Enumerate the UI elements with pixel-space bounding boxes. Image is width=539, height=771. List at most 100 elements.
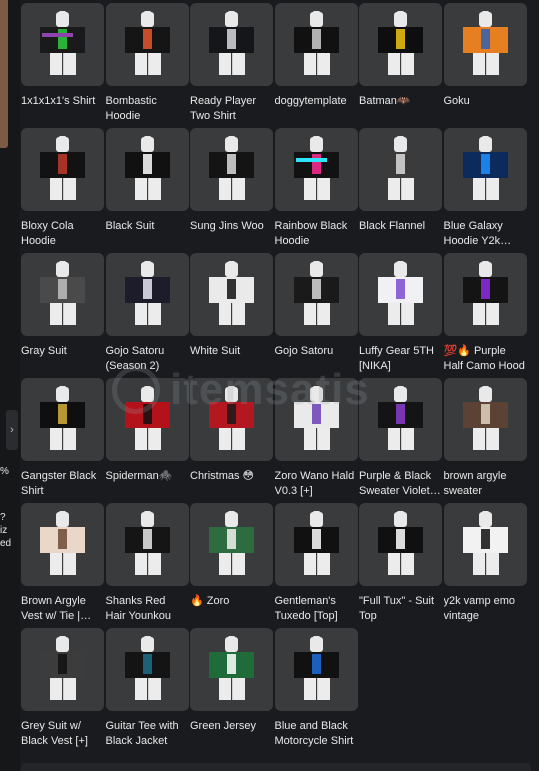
catalog-item[interactable]: Shanks Red Hair Younkou Kaido… — [105, 503, 191, 628]
item-name[interactable]: 🔥 Zoro — [190, 594, 272, 609]
item-thumbnail[interactable] — [21, 3, 104, 86]
item-thumbnail[interactable] — [443, 3, 527, 86]
item-name[interactable]: Blue and Black Motorcycle Shirt — [275, 719, 357, 749]
item-thumbnail[interactable] — [274, 3, 358, 86]
catalog-item[interactable]: Bombastic Hoodie — [105, 3, 191, 128]
catalog-item[interactable]: Batman🦇 — [359, 3, 444, 128]
catalog-item[interactable]: Black Suit — [105, 128, 191, 253]
item-thumbnail[interactable] — [443, 503, 527, 586]
item-name[interactable]: Gray Suit — [21, 344, 103, 359]
item-thumbnail[interactable] — [274, 378, 358, 461]
catalog-item[interactable]: Gojo Satoru (Season 2) — [105, 253, 191, 378]
item-name[interactable]: Blue Galaxy Hoodie Y2k… — [444, 219, 526, 249]
item-name[interactable]: Zoro Wano Hald V0.3 [+] — [275, 469, 357, 499]
catalog-item[interactable]: doggytemplate — [274, 3, 360, 128]
item-name[interactable]: Black Suit — [106, 219, 188, 234]
item-name[interactable]: Batman🦇 — [359, 94, 441, 109]
catalog-item[interactable]: Rainbow Black Hoodie — [274, 128, 360, 253]
item-name[interactable]: Rainbow Black Hoodie — [275, 219, 357, 249]
item-name[interactable]: Black Flannel — [359, 219, 441, 234]
chevron-right-icon[interactable]: › — [6, 410, 18, 450]
item-thumbnail[interactable] — [21, 503, 104, 586]
item-name[interactable]: Sung Jins Woo — [190, 219, 272, 234]
item-name[interactable]: Gentleman's Tuxedo [Top] — [275, 594, 357, 624]
catalog-item[interactable]: Sung Jins Woo — [190, 128, 275, 253]
catalog-item[interactable]: Spiderman🕷️ — [105, 378, 191, 503]
catalog-item[interactable]: Zoro Wano Hald V0.3 [+] — [274, 378, 360, 503]
item-name[interactable]: y2k vamp emo vintage baddie… — [444, 594, 526, 624]
item-name[interactable]: Ready Player Two Shirt — [190, 94, 272, 124]
catalog-item[interactable]: Gangster Black Shirt — [21, 378, 106, 503]
catalog-item[interactable]: Purple & Black Sweater Violet… — [359, 378, 444, 503]
item-thumbnail[interactable] — [274, 628, 358, 711]
item-name[interactable]: Bombastic Hoodie — [106, 94, 188, 124]
item-name[interactable]: Goku — [444, 94, 526, 109]
item-thumbnail[interactable] — [105, 253, 189, 336]
item-thumbnail[interactable] — [274, 503, 358, 586]
item-name[interactable]: Brown Argyle Vest w/ Tie |… — [21, 594, 103, 624]
item-name[interactable]: 💯🔥 Purple Half Camo Hood — [444, 344, 526, 374]
item-thumbnail[interactable] — [105, 628, 189, 711]
catalog-item[interactable]: 1x1x1x1's Shirt — [21, 3, 106, 128]
item-name[interactable]: Gojo Satoru — [275, 344, 357, 359]
item-thumbnail[interactable] — [274, 253, 358, 336]
item-name[interactable]: brown argyle sweater cottag… — [444, 469, 526, 499]
item-thumbnail[interactable] — [190, 378, 273, 461]
catalog-item[interactable]: "Full Tux" - Suit Top — [359, 503, 444, 628]
item-name[interactable]: Gojo Satoru (Season 2) — [106, 344, 188, 374]
item-name[interactable]: Green Jersey — [190, 719, 272, 734]
item-name[interactable]: Grey Suit w/ Black Vest [+] — [21, 719, 103, 749]
item-thumbnail[interactable] — [21, 253, 104, 336]
item-name[interactable]: "Full Tux" - Suit Top — [359, 594, 441, 624]
catalog-item[interactable]: 💯🔥 Purple Half Camo Hood — [443, 253, 529, 378]
item-name[interactable]: Gangster Black Shirt — [21, 469, 103, 499]
item-thumbnail[interactable] — [105, 503, 189, 586]
item-thumbnail[interactable] — [190, 503, 273, 586]
item-name[interactable]: Luffy Gear 5TH [NIKA] — [359, 344, 441, 374]
item-thumbnail[interactable] — [443, 253, 527, 336]
catalog-item[interactable]: White Suit — [190, 253, 275, 378]
item-name[interactable]: Shanks Red Hair Younkou Kaido… — [106, 594, 188, 624]
item-thumbnail[interactable] — [190, 628, 273, 711]
item-name[interactable]: doggytemplate — [275, 94, 357, 109]
item-thumbnail[interactable] — [21, 128, 104, 211]
catalog-item[interactable]: Christmas 😳 — [190, 378, 275, 503]
catalog-item[interactable]: Blue Galaxy Hoodie Y2k… — [443, 128, 529, 253]
item-thumbnail[interactable] — [359, 378, 442, 461]
catalog-item[interactable]: Ready Player Two Shirt — [190, 3, 275, 128]
catalog-item[interactable]: Grey Suit w/ Black Vest [+] — [21, 628, 106, 753]
catalog-item[interactable]: Goku — [443, 3, 529, 128]
catalog-item[interactable]: Brown Argyle Vest w/ Tie |… — [21, 503, 106, 628]
item-thumbnail[interactable] — [359, 3, 442, 86]
item-thumbnail[interactable] — [443, 378, 527, 461]
item-thumbnail[interactable] — [274, 128, 358, 211]
item-thumbnail[interactable] — [359, 503, 442, 586]
item-name[interactable]: Bloxy Cola Hoodie — [21, 219, 103, 249]
item-name[interactable]: Purple & Black Sweater Violet… — [359, 469, 441, 499]
item-name[interactable]: Spiderman🕷️ — [106, 469, 188, 484]
item-thumbnail[interactable] — [359, 253, 442, 336]
item-thumbnail[interactable] — [105, 3, 189, 86]
catalog-item[interactable]: Gojo Satoru — [274, 253, 360, 378]
catalog-item[interactable]: Gentleman's Tuxedo [Top] — [274, 503, 360, 628]
item-thumbnail[interactable] — [443, 128, 527, 211]
item-thumbnail[interactable] — [21, 628, 104, 711]
item-thumbnail[interactable] — [21, 378, 104, 461]
catalog-item[interactable]: y2k vamp emo vintage baddie… — [443, 503, 529, 628]
item-thumbnail[interactable] — [359, 128, 442, 211]
catalog-item[interactable]: Green Jersey — [190, 628, 275, 753]
item-thumbnail[interactable] — [105, 128, 189, 211]
item-name[interactable]: Guitar Tee with Black Jacket — [106, 719, 188, 749]
item-name[interactable]: White Suit — [190, 344, 272, 359]
item-thumbnail[interactable] — [190, 253, 273, 336]
catalog-item[interactable]: Black Flannel — [359, 128, 444, 253]
catalog-item[interactable]: Bloxy Cola Hoodie — [21, 128, 106, 253]
catalog-item[interactable]: brown argyle sweater cottag… — [443, 378, 529, 503]
item-thumbnail[interactable] — [190, 3, 273, 86]
item-name[interactable]: 1x1x1x1's Shirt — [21, 94, 103, 109]
catalog-item[interactable]: Gray Suit — [21, 253, 106, 378]
catalog-item[interactable]: Blue and Black Motorcycle Shirt — [274, 628, 360, 753]
item-thumbnail[interactable] — [105, 378, 189, 461]
catalog-item[interactable]: 🔥 Zoro — [190, 503, 275, 628]
catalog-item[interactable]: Luffy Gear 5TH [NIKA] — [359, 253, 444, 378]
